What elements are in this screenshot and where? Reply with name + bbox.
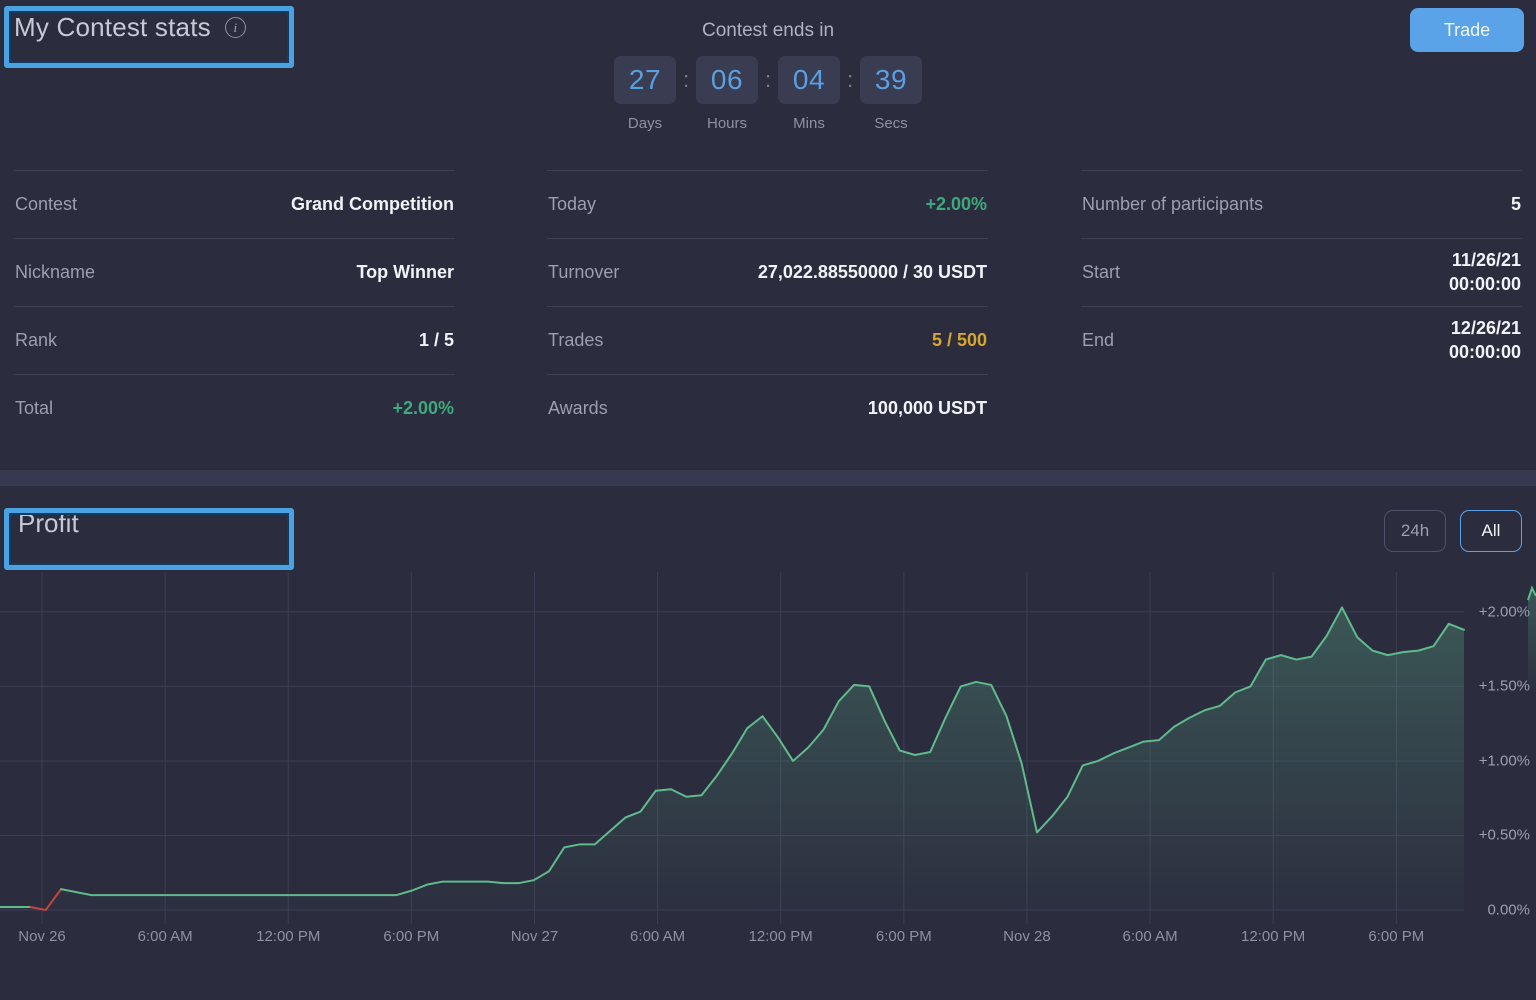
countdown-hours-label: Hours xyxy=(706,115,747,132)
chart-x-axis: Nov 26 6:00 AM 12:00 PM 6:00 PM Nov 27 6:00 A… xyxy=(0,928,1536,968)
profit-chart-area[interactable]: 0.00% +0.50% +1.00% +1.50% +2.00% Nov 26 6:00… xyxy=(0,572,1536,1000)
chart-y-tick-label: +0.50% xyxy=(1478,826,1530,844)
stat-value: Grand Competition xyxy=(291,193,454,214)
range-button-all[interactable]: All xyxy=(1460,510,1522,552)
chart-x-tick-label: 12:00 PM xyxy=(256,928,321,945)
chart-x-tick-label: 12:00 PM xyxy=(748,928,813,945)
stats-grid: Contest Grand Competition Nickname Top W… xyxy=(0,170,1536,442)
stat-value: +2.00% xyxy=(925,193,987,214)
stat-row-total: Total +2.00% xyxy=(14,374,455,442)
stat-value-time: 00:00:00 xyxy=(1448,273,1521,294)
stat-label: End xyxy=(1082,330,1115,350)
stat-row-turnover: Turnover 27,022.88550000 / 30 USDT xyxy=(547,238,988,306)
contest-stats-panel: My Contest stats i Contest ends in 27 Da… xyxy=(0,0,1536,470)
stat-value: 100,000 USDT xyxy=(867,397,987,418)
chart-y-axis: 0.00% +0.50% +1.00% +1.50% +2.00% xyxy=(1456,572,1530,920)
chart-x-tick-label: 6:00 PM xyxy=(383,928,440,945)
stat-label: Turnover xyxy=(548,262,620,282)
chart-x-tick-label: 6:00 AM xyxy=(630,928,686,945)
chart-y-tick-label: 0.00% xyxy=(1487,901,1530,919)
countdown-days-label: Days xyxy=(627,115,663,132)
chart-x-tick-label: 12:00 PM xyxy=(1241,928,1306,945)
chart-x-tick-label: Nov 26 xyxy=(18,928,66,945)
stat-row-trades: Trades 5 / 500 xyxy=(547,306,988,374)
stats-column-performance: Today +2.00% Turnover 27,022.88550000 / … xyxy=(547,170,988,442)
stat-row-end: End 12/26/21 00:00:00 xyxy=(1081,306,1522,374)
chart-y-tick-label: +1.50% xyxy=(1478,677,1530,695)
stat-value-time: 00:00:00 xyxy=(1448,341,1521,362)
countdown-unit-mins: 04 Mins xyxy=(778,56,840,132)
trade-button[interactable]: Trade xyxy=(1410,8,1524,52)
stat-label: Awards xyxy=(548,398,608,418)
stat-label: Start xyxy=(1082,262,1121,282)
stat-row-contest: Contest Grand Competition xyxy=(14,170,455,238)
contest-countdown: Contest ends in 27 Days : 06 Hours : 04 … xyxy=(0,20,1536,132)
chart-y-tick-label: +2.00% xyxy=(1478,603,1530,621)
stat-value: 5 xyxy=(1510,193,1521,214)
chart-x-tick-label: 6:00 PM xyxy=(1368,928,1425,945)
countdown-mins-label: Mins xyxy=(793,115,825,132)
profit-title: Profit xyxy=(18,508,79,538)
countdown-unit-days: 27 Days xyxy=(614,56,676,132)
countdown-hours-value: 06 xyxy=(696,56,758,104)
countdown-units: 27 Days : 06 Hours : 04 Mins : 39 Secs xyxy=(614,56,922,132)
panel-divider xyxy=(0,470,1536,486)
chart-y-tick-label: +1.00% xyxy=(1478,752,1530,770)
chart-range-toggle: 24h All xyxy=(1384,510,1522,552)
stat-value-date: 12/26/21 xyxy=(1450,317,1521,338)
countdown-separator: : xyxy=(846,67,854,92)
countdown-label: Contest ends in xyxy=(701,20,835,41)
stat-row-nickname: Nickname Top Winner xyxy=(14,238,455,306)
stat-label: Contest xyxy=(15,194,78,214)
chart-x-tick-label: 6:00 AM xyxy=(137,928,193,945)
contest-stats-page: My Contest stats i Contest ends in 27 Da… xyxy=(0,0,1536,1000)
profit-chart-panel: Profit 24h All 0.00% +0.50% +1.00% +1.50% +2… xyxy=(0,486,1536,1000)
stat-value: 11/26/21 00:00:00 xyxy=(1449,249,1521,297)
chart-x-tick-label: Nov 27 xyxy=(510,928,559,945)
stat-label: Trades xyxy=(548,330,604,350)
chart-x-tick-label: Nov 28 xyxy=(1003,928,1051,945)
countdown-days-value: 27 xyxy=(614,56,676,104)
chart-x-tick-label: 6:00 PM xyxy=(875,928,932,945)
countdown-secs-value: 39 xyxy=(860,56,922,104)
stat-row-participants: Number of participants 5 xyxy=(1081,170,1522,238)
stats-column-contest: Contest Grand Competition Nickname Top W… xyxy=(14,170,455,442)
stat-row-rank: Rank 1 / 5 xyxy=(14,306,455,374)
profit-chart-header: Profit 24h All xyxy=(0,486,1536,572)
stat-label: Today xyxy=(548,194,597,214)
stat-value: +2.00% xyxy=(392,397,454,418)
countdown-mins-value: 04 xyxy=(778,56,840,104)
countdown-unit-secs: 39 Secs xyxy=(860,56,922,132)
countdown-separator: : xyxy=(764,67,772,92)
stat-label: Rank xyxy=(15,330,58,350)
stat-value: 5 / 500 xyxy=(931,329,987,350)
stat-row-today: Today +2.00% xyxy=(547,170,988,238)
stats-column-schedule: Number of participants 5 Start 11/26/21 … xyxy=(1081,170,1522,442)
stat-value: 1 / 5 xyxy=(418,329,454,350)
stat-row-awards: Awards 100,000 USDT xyxy=(547,374,988,442)
stat-value: 12/26/21 00:00:00 xyxy=(1449,317,1521,365)
stat-value-date: 11/26/21 xyxy=(1451,249,1521,270)
stat-label: Total xyxy=(15,398,54,418)
chart-x-tick-label: 6:00 AM xyxy=(1122,928,1178,945)
stat-value: 27,022.88550000 / 30 USDT xyxy=(757,261,987,282)
profit-chart-svg xyxy=(0,572,1536,924)
countdown-separator: : xyxy=(682,67,690,92)
range-button-24h[interactable]: 24h xyxy=(1384,510,1446,552)
stat-value: Top Winner xyxy=(356,261,455,282)
stat-label: Nickname xyxy=(15,262,96,282)
countdown-secs-label: Secs xyxy=(874,115,908,132)
countdown-unit-hours: 06 Hours xyxy=(696,56,758,132)
stat-row-start: Start 11/26/21 00:00:00 xyxy=(1081,238,1522,306)
stat-label: Number of participants xyxy=(1082,194,1264,214)
